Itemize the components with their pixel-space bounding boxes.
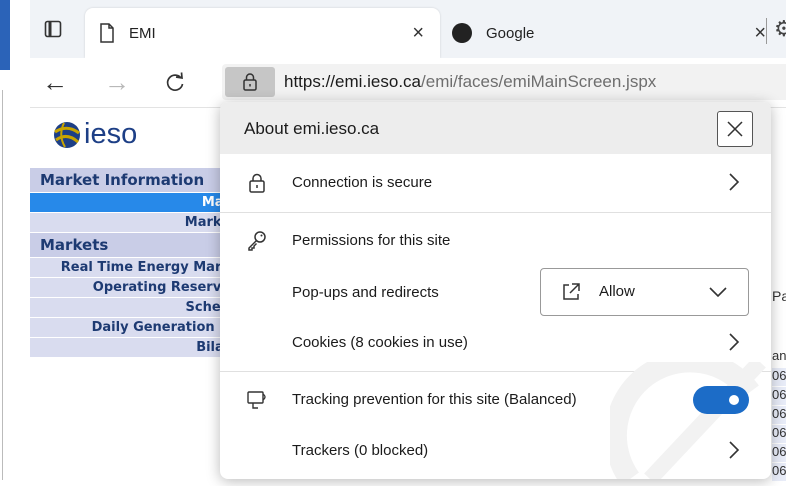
close-icon bbox=[727, 121, 743, 137]
popups-label: Pop-ups and redirects bbox=[292, 284, 439, 301]
toolbar: ← → https://emi.ieso.ca/emi/faces/emiMai… bbox=[30, 58, 786, 108]
connection-label: Connection is secure bbox=[292, 174, 433, 191]
close-popup-button[interactable] bbox=[717, 111, 753, 147]
menu-item[interactable]: Sched bbox=[30, 298, 230, 318]
url-host: https://emi.ieso.ca bbox=[284, 72, 422, 91]
table-cell: 06 bbox=[772, 406, 786, 425]
trackers-label: Trackers (0 blocked) bbox=[292, 442, 429, 459]
chevron-right-icon bbox=[729, 441, 740, 459]
popup-header: About emi.ieso.ca bbox=[220, 102, 771, 154]
menu-item[interactable]: Operating Reserve bbox=[30, 278, 230, 298]
lock-icon bbox=[243, 73, 257, 91]
menu-header: Markets bbox=[30, 233, 230, 258]
ieso-logo: ieso bbox=[52, 118, 137, 151]
forward-icon[interactable]: → bbox=[102, 68, 132, 98]
menu-item[interactable]: Mar bbox=[30, 193, 230, 213]
trackers-row[interactable]: Trackers (0 blocked) bbox=[220, 422, 771, 479]
tab-actions-icon[interactable] bbox=[42, 18, 64, 40]
globe-icon bbox=[54, 121, 80, 148]
menu-item[interactable]: Real Time Energy Mark bbox=[30, 258, 230, 278]
popup-title: About emi.ieso.ca bbox=[244, 119, 380, 138]
site-info-popup: About emi.ieso.ca Connection is secure P… bbox=[220, 102, 771, 479]
table-cell: 06 bbox=[772, 368, 786, 387]
toggle-knob bbox=[729, 395, 739, 405]
table-cell: 06 bbox=[772, 444, 786, 463]
tab-separator bbox=[766, 18, 767, 44]
background-window-edge bbox=[0, 0, 30, 486]
tab-title: Google bbox=[486, 24, 535, 42]
connection-row[interactable]: Connection is secure bbox=[220, 154, 771, 212]
key-icon bbox=[248, 231, 266, 251]
permissions-heading-row: Permissions for this site bbox=[220, 212, 771, 270]
external-link-icon bbox=[563, 283, 580, 300]
chevron-down-icon bbox=[709, 287, 727, 297]
url-path: /emi/faces/emiMainScreen.jspx bbox=[421, 72, 657, 91]
menu-item[interactable]: Bilat bbox=[30, 338, 230, 358]
tracking-row: Tracking prevention for this site (Balan… bbox=[220, 371, 771, 429]
table-cell: 06 bbox=[772, 425, 786, 444]
close-tab-button[interactable]: × bbox=[754, 23, 766, 43]
google-icon bbox=[452, 23, 472, 43]
tab-emi[interactable]: EMI × bbox=[85, 8, 440, 58]
ruler bbox=[2, 90, 16, 480]
menu-item[interactable]: Daily Generation D bbox=[30, 318, 230, 338]
tab-strip: EMI × Google × ⚙ bbox=[30, 0, 786, 58]
tracking-icon bbox=[247, 391, 266, 409]
address-bar[interactable]: https://emi.ieso.ca/emi/faces/emiMainScr… bbox=[222, 64, 786, 100]
cookies-label: Cookies (8 cookies in use) bbox=[292, 334, 468, 351]
window-accent bbox=[0, 0, 10, 70]
tab-google[interactable]: Google × bbox=[440, 8, 780, 58]
gear-icon[interactable]: ⚙ bbox=[774, 16, 786, 42]
page-icon bbox=[99, 23, 115, 43]
close-tab-button[interactable]: × bbox=[412, 23, 424, 43]
table-cell: 06 bbox=[772, 463, 786, 482]
tab-title: EMI bbox=[129, 24, 156, 42]
url-text[interactable]: https://emi.ieso.ca/emi/faces/emiMainScr… bbox=[284, 72, 656, 92]
page-partial-text: Pa bbox=[772, 288, 786, 304]
menu-item[interactable]: Marke bbox=[30, 213, 230, 233]
tracking-label: Tracking prevention for this site (Balan… bbox=[292, 391, 577, 408]
chevron-right-icon bbox=[729, 173, 740, 191]
menu-header: Market Information bbox=[30, 168, 230, 193]
tracking-toggle[interactable] bbox=[693, 386, 749, 414]
popups-value: Allow bbox=[599, 283, 635, 300]
site-info-button[interactable] bbox=[225, 67, 275, 97]
popups-permission-select[interactable]: Allow bbox=[540, 268, 749, 316]
lock-icon bbox=[249, 173, 265, 193]
refresh-icon[interactable] bbox=[160, 68, 190, 98]
logo-text: ieso bbox=[84, 118, 138, 150]
side-menu: Market Information Mar Marke Markets Rea… bbox=[30, 168, 230, 358]
chevron-right-icon bbox=[729, 333, 740, 351]
table-cell: 06 bbox=[772, 387, 786, 406]
column-cells: 06 06 06 06 06 06 bbox=[772, 368, 786, 482]
permissions-heading: Permissions for this site bbox=[292, 232, 451, 249]
back-icon[interactable]: ← bbox=[40, 68, 70, 98]
column-header: and bbox=[772, 348, 786, 363]
